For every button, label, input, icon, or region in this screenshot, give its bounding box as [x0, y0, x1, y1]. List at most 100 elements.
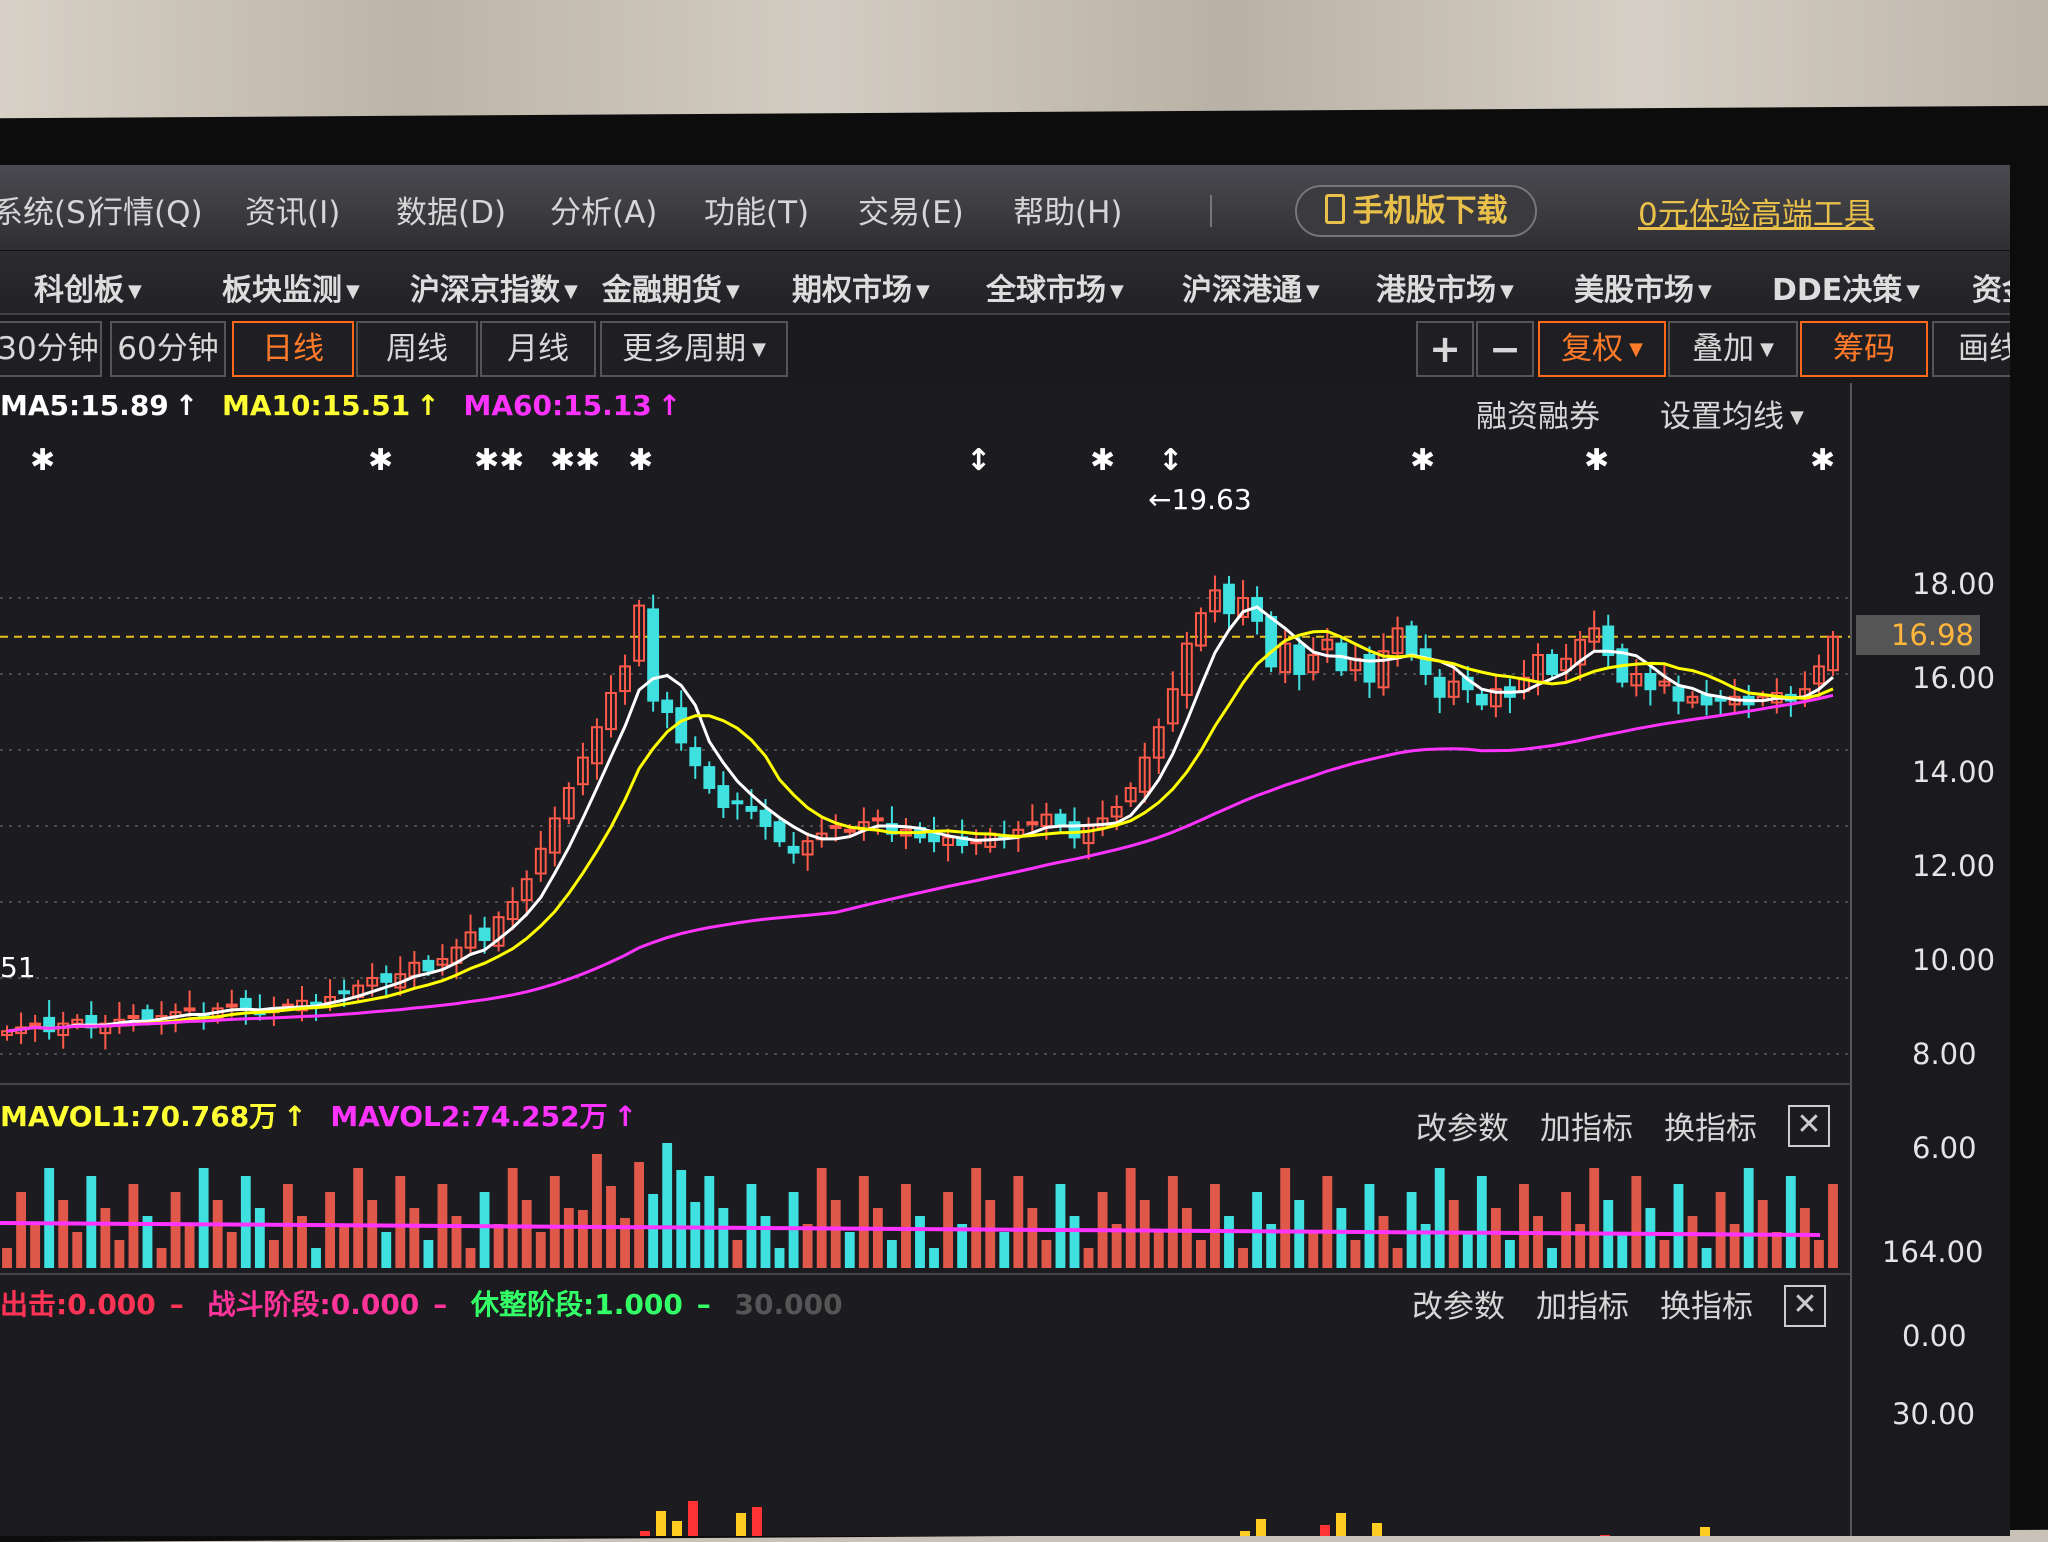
volume-bar	[507, 1168, 518, 1268]
period-monthly[interactable]: 月线	[480, 321, 596, 377]
indicator-bar	[1700, 1527, 1710, 1536]
volume-bar	[1167, 1176, 1178, 1268]
volume-axis-label: 164.00	[1882, 1235, 1984, 1269]
indicator-rest-label: 休整阶段:1.000	[471, 1288, 683, 1321]
vol-change-params-link[interactable]: 改参数	[1416, 1103, 1509, 1148]
vol-close-icon[interactable]: ✕	[1788, 1105, 1830, 1147]
menu-functions[interactable]: 功能(T)	[704, 187, 809, 232]
volume-bar	[1013, 1176, 1024, 1268]
volume-bar	[1715, 1192, 1726, 1268]
volume-bar	[311, 1248, 321, 1268]
cat-connect[interactable]: 沪深港通 ▼	[1182, 265, 1320, 309]
candle-body	[843, 828, 856, 833]
volume-bar	[858, 1176, 869, 1268]
volume-bar	[915, 1216, 925, 1268]
cat-global[interactable]: 全球市场 ▼	[986, 265, 1124, 309]
cat-us[interactable]: 美股市场 ▼	[1574, 265, 1712, 309]
menu-news[interactable]: 资讯(I)	[245, 187, 340, 232]
volume-bar	[1125, 1168, 1136, 1268]
menu-trade[interactable]: 交易(E)	[858, 187, 964, 232]
ind-swap-indicator-link[interactable]: 换指标	[1660, 1281, 1753, 1326]
volume-bar	[1406, 1192, 1417, 1268]
volume-bar	[1519, 1184, 1529, 1268]
menu-quotes[interactable]: 行情(Q)	[92, 187, 203, 232]
volume-bar	[1673, 1184, 1684, 1268]
volume-bar	[1617, 1232, 1628, 1268]
zoom-in-button[interactable]: +	[1416, 321, 1474, 377]
ind-add-indicator-link[interactable]: 加指标	[1536, 1281, 1629, 1326]
zoom-out-button[interactable]: −	[1476, 321, 1534, 377]
cat-futures[interactable]: 金融期货 ▼	[602, 265, 740, 309]
indicator-bar	[1372, 1523, 1382, 1536]
volume-bar	[1153, 1232, 1164, 1268]
menu-data[interactable]: 数据(D)	[396, 187, 506, 232]
volume-bar	[1589, 1168, 1600, 1268]
candle-body	[689, 747, 702, 767]
menu-help[interactable]: 帮助(H)	[1013, 187, 1123, 232]
cat-index[interactable]: 沪深京指数 ▼	[410, 265, 578, 309]
price-axis-label: 10.00	[1912, 943, 1996, 977]
cat-sector-monitor[interactable]: 板块监测 ▼	[222, 265, 360, 309]
vol-swap-indicator-link[interactable]: 换指标	[1664, 1103, 1757, 1148]
volume-bar	[184, 1224, 195, 1268]
chips-button[interactable]: 筹码	[1800, 321, 1928, 377]
volume-bar	[1238, 1248, 1248, 1268]
candle-body	[183, 1007, 196, 1012]
candle-body	[239, 997, 252, 1010]
volume-bar	[1392, 1248, 1403, 1268]
candle-body	[829, 825, 842, 829]
volume-bar	[100, 1208, 111, 1268]
candle-body	[127, 1015, 140, 1019]
menu-analysis[interactable]: 分析(A)	[550, 187, 657, 232]
cat-dde[interactable]: DDE决策 ▼	[1772, 265, 1920, 309]
volume-bar	[704, 1176, 715, 1268]
cat-hk[interactable]: 港股市场 ▼	[1376, 265, 1514, 309]
mobile-download-button[interactable]: 手机版下载	[1295, 185, 1537, 237]
ind-close-icon[interactable]: ✕	[1784, 1285, 1826, 1327]
period-weekly[interactable]: 周线	[356, 321, 478, 377]
indicator-legend: 出击:0.000– 战斗阶段:0.000– 休整阶段:1.000– 30.000	[0, 1288, 843, 1321]
volume-bar	[1490, 1208, 1501, 1268]
volume-bar	[16, 1192, 26, 1268]
candle-body	[380, 973, 393, 983]
draw-line-button[interactable]: 画线	[1932, 321, 2010, 377]
candle-body	[29, 1022, 42, 1027]
volume-bar	[240, 1176, 251, 1268]
indicator-bar	[672, 1521, 682, 1536]
cat-star-market[interactable]: 科创板 ▼	[34, 265, 142, 309]
ind-change-params-link[interactable]: 改参数	[1412, 1281, 1505, 1326]
period-more[interactable]: 更多周期 ▼	[600, 321, 788, 377]
volume-bar	[1814, 1240, 1824, 1268]
menu-system[interactable]: 系统(S)	[0, 187, 98, 232]
period-daily[interactable]: 日线	[232, 321, 354, 377]
phone-icon	[1324, 194, 1345, 224]
volume-bar	[1378, 1216, 1389, 1268]
overlay-dropdown[interactable]: 叠加 ▼	[1668, 321, 1798, 377]
period-30min[interactable]: 30分钟	[0, 321, 102, 377]
volume-bar	[1547, 1248, 1557, 1268]
volume-bar	[901, 1184, 911, 1268]
price-axis-label: 12.00	[1912, 849, 1996, 883]
price-axis-label: 8.00	[1912, 1037, 1977, 1071]
volume-bar	[648, 1194, 659, 1268]
volume-bar	[1350, 1240, 1361, 1268]
candle-body	[422, 959, 435, 972]
free-trial-link[interactable]: 0元体验高端工具	[1638, 189, 1875, 234]
volume-bar	[1294, 1200, 1305, 1268]
volume-bar	[830, 1200, 841, 1268]
volume-bar	[170, 1192, 181, 1268]
cat-funds[interactable]: 资金	[1972, 265, 2010, 309]
volume-bar	[549, 1176, 560, 1268]
chart-area: MA5:15.89 ↑ MA10:15.51 ↑ MA60:15.13 ↑ 融资融券 …	[0, 383, 1850, 1536]
period-60min[interactable]: 60分钟	[110, 321, 226, 377]
vol-add-indicator-link[interactable]: 加指标	[1540, 1103, 1633, 1148]
fuquan-dropdown[interactable]: 复权 ▼	[1538, 321, 1666, 377]
volume-bar	[1799, 1208, 1810, 1268]
volume-bar	[114, 1240, 125, 1268]
mavol2-up-arrow-icon: ↑	[613, 1100, 638, 1133]
cat-options[interactable]: 期权市场 ▼	[792, 265, 930, 309]
indicator-level-label: 30.000	[734, 1288, 843, 1321]
volume-bar	[1055, 1184, 1066, 1268]
volume-bar	[1828, 1184, 1838, 1268]
volume-bar	[1659, 1240, 1670, 1268]
